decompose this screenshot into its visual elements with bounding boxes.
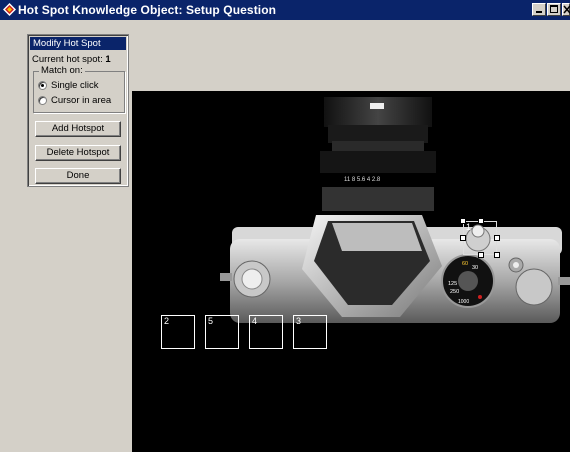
radio-cursor-in-area-label: Cursor in area [51, 95, 112, 106]
maximize-icon [550, 5, 558, 13]
dial-number: 30 [472, 265, 478, 271]
title-bar: Hot Spot Knowledge Object: Setup Questio… [0, 0, 570, 20]
application-window: Hot Spot Knowledge Object: Setup Questio… [0, 0, 570, 452]
dial-number: 125 [448, 281, 457, 287]
hotspot-box[interactable]: 4 [249, 315, 283, 349]
hotspot-label: 3 [296, 316, 302, 326]
resize-handle[interactable] [494, 235, 500, 241]
close-button[interactable] [562, 3, 570, 16]
client-area: Modify Hot Spot Current hot spot: 1 Matc… [0, 20, 570, 452]
modify-hotspot-panel: Modify Hot Spot Current hot spot: 1 Matc… [27, 34, 129, 187]
radio-single-click[interactable]: Single click [38, 80, 99, 91]
maximize-button[interactable] [547, 3, 561, 16]
radio-cursor-in-area[interactable]: Cursor in area [38, 95, 111, 106]
match-on-label: Match on: [39, 65, 85, 76]
hotspot-box[interactable]: 5 [205, 315, 239, 349]
radio-single-click-label: Single click [51, 80, 99, 91]
resize-handle[interactable] [478, 218, 484, 224]
hotspot-label: 5 [208, 316, 214, 326]
dial-number: 250 [450, 289, 459, 295]
radio-selected-icon [38, 81, 47, 90]
resize-handle[interactable] [478, 252, 484, 258]
dial-number: 60 [462, 261, 468, 267]
camera-image: 11 8 5.6 4 2.8 125 250 60 30 1000 [220, 97, 570, 323]
current-hotspot: Current hot spot: 1 [32, 54, 111, 65]
hotspot-box[interactable]: 2 [161, 315, 195, 349]
app-diamond-icon [3, 3, 16, 16]
current-hotspot-value: 1 [105, 54, 111, 65]
hotspot-box[interactable]: 1 [463, 221, 497, 255]
window-title: Hot Spot Knowledge Object: Setup Questio… [18, 3, 277, 17]
hotspot-box[interactable]: 3 [293, 315, 327, 349]
hotspot-label: 2 [164, 316, 170, 326]
dial-number: 1000 [458, 299, 469, 305]
resize-handle[interactable] [460, 235, 466, 241]
resize-handle[interactable] [494, 252, 500, 258]
radio-unselected-icon [38, 96, 47, 105]
close-icon [563, 5, 570, 14]
done-button[interactable]: Done [35, 168, 121, 184]
add-hotspot-button[interactable]: Add Hotspot [35, 121, 121, 137]
lens-scale-text: 11 8 5.6 4 2.8 [344, 177, 381, 183]
question-image-canvas[interactable]: 11 8 5.6 4 2.8 125 250 60 30 1000 1 2 5 … [132, 91, 570, 452]
hotspot-label: 1 [466, 222, 472, 232]
resize-handle[interactable] [460, 218, 466, 224]
match-on-group: Match on: Single click Cursor in area [33, 65, 125, 113]
panel-header: Modify Hot Spot [30, 37, 126, 50]
current-hotspot-label: Current hot spot: [32, 54, 103, 65]
hotspot-label: 4 [252, 316, 258, 326]
delete-hotspot-button[interactable]: Delete Hotspot [35, 145, 121, 161]
minimize-icon [536, 11, 542, 13]
minimize-button[interactable] [532, 3, 546, 16]
